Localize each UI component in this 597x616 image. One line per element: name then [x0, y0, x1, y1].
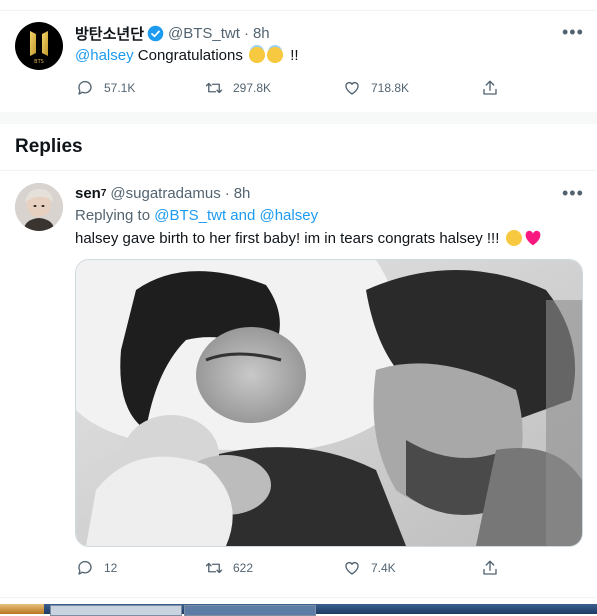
replying-to-label: Replying to [75, 207, 151, 224]
reply-more-options-button[interactable]: ••• [562, 183, 584, 204]
retweet-count: 297.8K [233, 81, 272, 95]
reply-like-button[interactable]: 7.4K [343, 559, 396, 577]
pink-heart-emoji-icon [525, 230, 540, 246]
tweet-tail: !! [290, 47, 299, 64]
reply-time[interactable]: 8h [234, 185, 251, 202]
top-divider [0, 10, 597, 11]
smiling-halo-emoji-icon [267, 47, 284, 63]
author-handle[interactable]: @BTS_twt [168, 25, 240, 42]
tweet-time[interactable]: 8h [253, 25, 270, 42]
section-gap [0, 112, 597, 124]
reply-author-superscript: 7 [100, 187, 107, 199]
like-count: 718.8K [371, 81, 410, 95]
bottom-divider [0, 597, 597, 598]
mention-link[interactable]: @halsey [75, 47, 134, 64]
replies-divider [0, 170, 597, 171]
heart-icon [345, 562, 359, 575]
share-icon [483, 80, 497, 95]
reply-body: halsey gave birth to her first baby! im … [75, 230, 500, 247]
share-button[interactable] [481, 79, 509, 97]
reply-header: sen 7 @sugatradamus · 8h [75, 183, 250, 203]
tweet-photo[interactable] [75, 259, 583, 547]
pleading-face-emoji-icon [505, 230, 522, 246]
replies-heading: Replies [15, 136, 83, 157]
smiling-halo-emoji-icon [249, 47, 266, 63]
user-avatar[interactable] [15, 183, 63, 231]
verified-badge-icon [147, 25, 164, 41]
replying-to-links[interactable]: @BTS_twt and @halsey [154, 207, 318, 224]
reply-icon [78, 560, 92, 575]
replying-to-line: Replying to @BTS_twt and @halsey [75, 206, 318, 226]
retweet-icon [205, 562, 223, 574]
reply-count: 57.1K [104, 81, 136, 95]
bts-avatar[interactable]: BTS [15, 22, 63, 70]
reply-retweet-count: 622 [233, 561, 254, 575]
taskbar-window-button[interactable] [184, 605, 316, 616]
heart-icon [345, 82, 359, 95]
reply-author-name[interactable]: sen [75, 185, 101, 202]
more-options-button[interactable]: ••• [562, 22, 584, 43]
taskbar [0, 604, 597, 616]
reply-reply-count: 12 [104, 561, 118, 575]
reply-button[interactable]: 57.1K [76, 79, 135, 97]
reply-text: halsey gave birth to her first baby! im … [75, 229, 542, 249]
retweet-icon [205, 82, 223, 94]
retweet-button[interactable]: 297.8K [205, 79, 271, 97]
tweet-text: @halsey Congratulations !! [75, 46, 299, 66]
share-icon [483, 560, 497, 575]
logo-text: BTS [34, 59, 44, 65]
reply-share-button[interactable] [481, 559, 509, 577]
tweet-header: 방탄소년단 @BTS_twt · 8h [75, 23, 270, 43]
reply-like-count: 7.4K [371, 561, 396, 575]
reply-dot-separator: · [224, 184, 230, 202]
like-button[interactable]: 718.8K [343, 79, 409, 97]
dot-separator: · [243, 24, 249, 42]
tweet-body: Congratulations [137, 47, 243, 64]
taskbar-window-button[interactable] [50, 605, 182, 616]
reply-author-handle[interactable]: @sugatradamus [110, 185, 220, 202]
reply-reply-button[interactable]: 12 [76, 559, 117, 577]
photo-image [76, 260, 582, 546]
avatar-portrait-icon [15, 183, 63, 231]
reply-icon [78, 80, 92, 95]
reply-retweet-button[interactable]: 622 [205, 559, 253, 577]
author-name[interactable]: 방탄소년단 [75, 23, 144, 44]
bts-logo-icon: BTS [30, 31, 48, 65]
start-button[interactable] [0, 604, 44, 614]
